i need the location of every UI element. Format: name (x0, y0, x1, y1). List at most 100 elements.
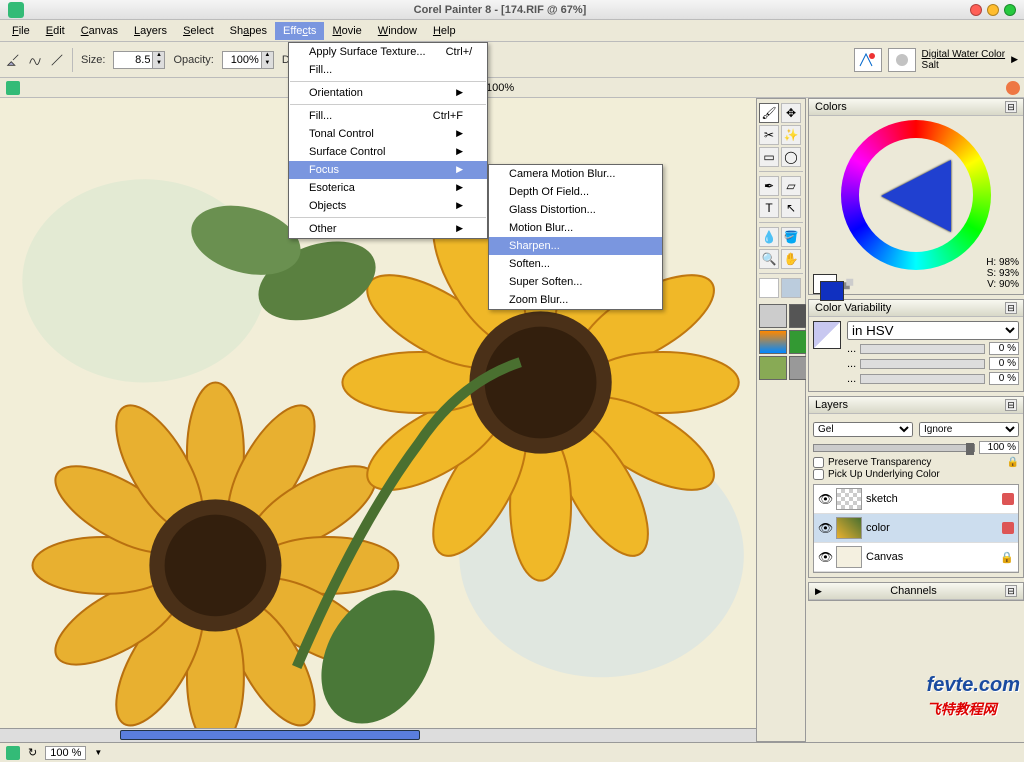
menu-item[interactable]: Objects▶ (289, 197, 487, 215)
blend-mode-select[interactable]: Gel (813, 422, 913, 437)
lock-icon: 🔒 (1000, 551, 1014, 564)
shape-tool[interactable]: ▱ (781, 176, 801, 196)
layer-opacity-slider[interactable] (813, 444, 975, 452)
brush-variant-swatch[interactable] (888, 48, 916, 72)
menu-effects[interactable]: Effects (275, 22, 324, 40)
main-color-swatch[interactable] (813, 274, 837, 294)
visibility-icon[interactable]: 👁 (818, 492, 832, 506)
visibility-icon[interactable]: 👁 (818, 521, 832, 535)
menu-select[interactable]: Select (175, 22, 222, 40)
var-h-slider[interactable] (860, 344, 985, 354)
menu-item[interactable]: Surface Control▶ (289, 143, 487, 161)
freehand-icon[interactable] (28, 53, 42, 67)
layer-row[interactable]: 👁sketch (814, 485, 1018, 514)
dropper-tool[interactable]: 💧 (759, 227, 779, 247)
menu-movie[interactable]: Movie (324, 22, 369, 40)
size-down-icon[interactable]: ▼ (152, 60, 164, 68)
pointer-tool[interactable]: ↖ (781, 198, 801, 218)
menu-item[interactable]: Apply Surface Texture...Ctrl+/ (289, 43, 487, 61)
menu-item[interactable]: Tonal Control▶ (289, 125, 487, 143)
submenu-item[interactable]: Glass Distortion... (489, 201, 662, 219)
color-swatch-bg[interactable] (781, 278, 801, 298)
channels-expand-icon[interactable]: ▶ (815, 586, 822, 597)
layer-type-icon (1002, 493, 1014, 505)
menu-window[interactable]: Window (370, 22, 425, 40)
doc-close-icon[interactable] (1006, 81, 1020, 95)
opacity-input[interactable] (223, 54, 261, 66)
layer-row[interactable]: 👁color (814, 514, 1018, 543)
menu-layers[interactable]: Layers (126, 22, 175, 40)
opacity-label: Opacity: (173, 54, 213, 66)
depth-mode-select[interactable]: Ignore (919, 422, 1019, 437)
color-swatch-fg[interactable] (759, 278, 779, 298)
rotate-icon[interactable]: ↻ (28, 746, 37, 759)
menu-item[interactable]: Orientation▶ (289, 84, 487, 102)
close-window-icon[interactable] (970, 4, 982, 16)
brush-category-swatch[interactable] (854, 48, 882, 72)
wand-tool[interactable]: ✨ (781, 125, 801, 145)
pen-tool[interactable]: ✒ (759, 176, 779, 196)
menu-item[interactable]: Esoterica▶ (289, 179, 487, 197)
color-wheel[interactable] (841, 120, 991, 270)
brush-tool-icon[interactable] (6, 53, 20, 67)
menu-item[interactable]: Fill...Ctrl+F (289, 107, 487, 125)
gradient-swatch[interactable] (759, 330, 787, 354)
visibility-icon[interactable]: 👁 (818, 550, 832, 564)
submenu-item[interactable]: Soften... (489, 255, 662, 273)
maximize-window-icon[interactable] (1004, 4, 1016, 16)
scroll-thumb[interactable] (120, 730, 420, 740)
marquee-tool[interactable]: ▭ (759, 147, 779, 167)
menu-edit[interactable]: Edit (38, 22, 73, 40)
text-tool[interactable]: T (759, 198, 779, 218)
zoom-tool[interactable]: 🔍 (759, 249, 779, 269)
menu-item[interactable]: Fill... (289, 61, 487, 79)
brush-tool[interactable]: 🖌 (759, 103, 779, 123)
opacity-spinner[interactable]: ▲▼ (222, 51, 274, 69)
variability-swatch[interactable] (813, 321, 841, 349)
submenu-item[interactable]: Motion Blur... (489, 219, 662, 237)
minimize-window-icon[interactable] (987, 4, 999, 16)
bucket-tool[interactable]: 🪣 (781, 227, 801, 247)
submenu-item[interactable]: Sharpen... (489, 237, 662, 255)
channels-collapse-icon[interactable]: ⊟ (1005, 585, 1017, 597)
lock-icon[interactable]: 🔒 (1007, 457, 1019, 468)
var-s-slider[interactable] (860, 359, 985, 369)
pickup-color-checkbox[interactable] (813, 469, 824, 480)
crop-tool[interactable]: ✂ (759, 125, 779, 145)
submenu-item[interactable]: Super Soften... (489, 273, 662, 291)
menu-item[interactable]: Other▶ (289, 220, 487, 238)
menu-item[interactable]: Focus▶ (289, 161, 487, 179)
hand-tool[interactable]: ✋ (781, 249, 801, 269)
brush-menu-icon[interactable]: ▶ (1011, 54, 1018, 65)
paper-swatch[interactable] (759, 304, 787, 328)
menu-file[interactable]: File (4, 22, 38, 40)
size-spinner[interactable]: ▲▼ (113, 51, 165, 69)
submenu-item[interactable]: Camera Motion Blur... (489, 165, 662, 183)
status-zoom[interactable]: 100 % (45, 746, 86, 760)
opacity-up-icon[interactable]: ▲ (261, 52, 273, 60)
lasso-tool[interactable]: ◯ (781, 147, 801, 167)
preserve-transparency-checkbox[interactable] (813, 457, 824, 468)
layers-collapse-icon[interactable]: ⊟ (1005, 399, 1017, 411)
variability-collapse-icon[interactable]: ⊟ (1005, 302, 1017, 314)
weave-swatch[interactable] (759, 356, 787, 380)
var-v-slider[interactable] (860, 374, 985, 384)
submenu-item[interactable]: Depth Of Field... (489, 183, 662, 201)
submenu-item[interactable]: Zoom Blur... (489, 291, 662, 309)
menu-canvas[interactable]: Canvas (73, 22, 126, 40)
size-input[interactable] (114, 54, 152, 66)
zoom-menu-icon[interactable]: ▼ (94, 748, 102, 757)
size-up-icon[interactable]: ▲ (152, 52, 164, 60)
menu-help[interactable]: Help (425, 22, 464, 40)
statusbar: ↻ 100 % ▼ (0, 742, 1024, 762)
colors-collapse-icon[interactable]: ⊟ (1005, 101, 1017, 113)
color-triangle[interactable] (881, 160, 951, 232)
horizontal-scrollbar[interactable] (0, 728, 756, 742)
move-tool[interactable]: ✥ (781, 103, 801, 123)
line-icon[interactable] (50, 53, 64, 67)
menu-shapes[interactable]: Shapes (222, 22, 275, 40)
layer-row[interactable]: 👁Canvas🔒 (814, 543, 1018, 572)
opacity-down-icon[interactable]: ▼ (261, 60, 273, 68)
var-s-label: ... (847, 358, 856, 370)
variability-mode-select[interactable]: in HSV (847, 321, 1019, 340)
